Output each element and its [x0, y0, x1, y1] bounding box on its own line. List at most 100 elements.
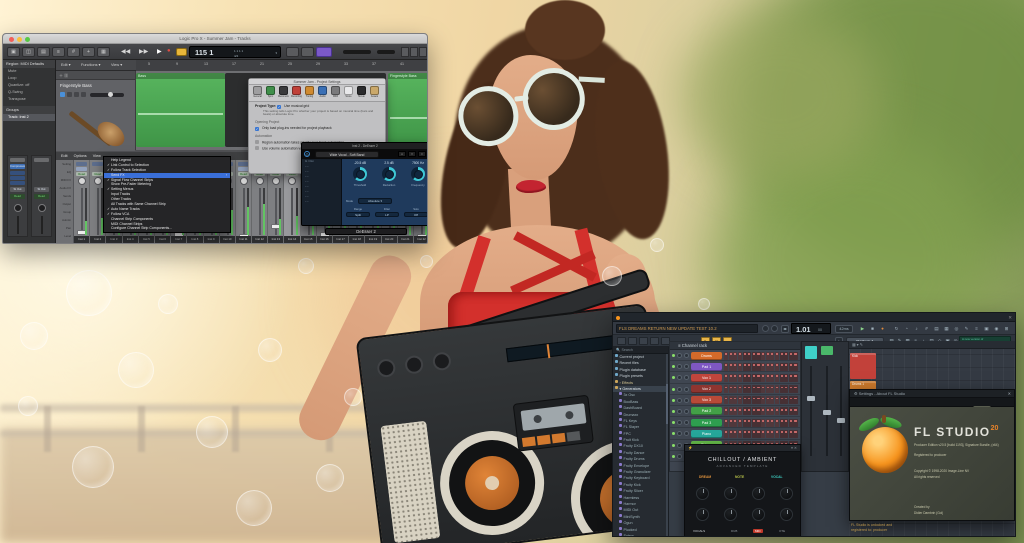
- send-slot[interactable]: [10, 181, 25, 185]
- fader-cap[interactable]: [823, 410, 831, 415]
- settings-tab-assets[interactable]: Assets: [369, 86, 380, 98]
- step-cell[interactable]: [765, 351, 770, 360]
- preset-selector[interactable]: Wide Vocal - Soft Band: [315, 150, 379, 158]
- channel-pan-knob[interactable]: [677, 408, 682, 414]
- channel-rack-button[interactable]: [639, 337, 648, 345]
- toolbar-button[interactable]: ▦: [97, 47, 110, 57]
- mute-button[interactable]: [60, 92, 65, 97]
- main-volume-knob[interactable]: [762, 325, 769, 332]
- channel-row[interactable]: Vox 3: [670, 395, 800, 406]
- step-cell[interactable]: [779, 351, 784, 360]
- fader-cap[interactable]: [93, 243, 103, 244]
- step-cell[interactable]: [779, 429, 784, 438]
- step-cell[interactable]: [751, 362, 756, 371]
- insert-chip[interactable]: [92, 162, 104, 166]
- channel-pan-knob[interactable]: [677, 364, 682, 370]
- settings-tab-recording[interactable]: Recording: [291, 86, 302, 98]
- forward-icon[interactable]: ▶▶: [139, 48, 148, 55]
- step-cell[interactable]: [747, 351, 752, 360]
- logic-pro-window[interactable]: Logic Pro X - Summer Jam - Tracks ▣ ◫ ▤ ≡ # +…: [2, 33, 428, 244]
- step-sequencer[interactable]: [724, 385, 798, 394]
- mixer-button[interactable]: [650, 337, 659, 345]
- step-cell[interactable]: [774, 429, 779, 438]
- plugin-knob[interactable]: [382, 167, 396, 181]
- step-cell[interactable]: [756, 351, 761, 360]
- plugin-knob[interactable]: [353, 167, 367, 181]
- toolbar-button[interactable]: #: [67, 47, 80, 57]
- solo-button[interactable]: [67, 92, 72, 97]
- channel-volume-knob[interactable]: [684, 420, 689, 426]
- step-cell[interactable]: [756, 362, 761, 371]
- settings-tab-tuning[interactable]: Tuning: [304, 86, 315, 98]
- send-slot[interactable]: [10, 176, 25, 180]
- step-cell[interactable]: [742, 418, 747, 427]
- step-cell[interactable]: [728, 373, 733, 382]
- toolbar-button[interactable]: ▣: [7, 47, 20, 57]
- channel-row[interactable]: Pad 2: [670, 406, 800, 418]
- step-cell[interactable]: [747, 373, 752, 382]
- channel-button[interactable]: Vox 1: [691, 373, 722, 382]
- step-cell[interactable]: [774, 373, 779, 382]
- channel-row[interactable]: Pad 3: [670, 417, 800, 429]
- channel-volume-knob[interactable]: [684, 353, 689, 358]
- channel-volume-knob[interactable]: [684, 397, 689, 403]
- step-cell[interactable]: [761, 362, 766, 371]
- record-icon[interactable]: ●: [167, 48, 171, 54]
- insert-slot[interactable]: Compressor: [10, 164, 25, 169]
- record-enable-button[interactable]: [74, 92, 79, 97]
- channel-row[interactable]: Pad 1: [670, 361, 800, 373]
- fader-track[interactable]: [259, 188, 262, 235]
- channel-button[interactable]: Pad 1: [691, 362, 722, 371]
- step-cell[interactable]: [784, 429, 789, 438]
- chillout-plugin-window[interactable]: ⚡ ▾ ✕ CHILLOUT / AMBIENT ADVANCED TEMPLA…: [684, 444, 801, 536]
- channel-pan-knob[interactable]: [677, 353, 682, 358]
- volume-fader[interactable]: [41, 216, 43, 234]
- about-title-bar[interactable]: ⚙ Settings - About FL Studio ✕: [850, 390, 1014, 398]
- step-cell[interactable]: [774, 396, 779, 405]
- step-cell[interactable]: [774, 362, 779, 371]
- step-cell[interactable]: [770, 362, 775, 371]
- channel-enable-led[interactable]: [672, 432, 675, 436]
- step-cell[interactable]: [728, 407, 733, 416]
- step-cell[interactable]: [779, 396, 784, 405]
- track-tile[interactable]: Fingerstyle Bass: [56, 80, 135, 152]
- audio-region[interactable]: Bass: [136, 73, 225, 147]
- step-cell[interactable]: [747, 396, 752, 405]
- master-volume-slider[interactable]: [343, 50, 371, 54]
- fl-studio-window[interactable]: FL Studio Edit Help ✕ FLS DREAMS RETURN …: [612, 312, 1016, 537]
- track-inspector-header[interactable]: Track: Inst 2: [3, 114, 55, 121]
- automation-mode[interactable]: Read: [34, 194, 49, 199]
- channel-enable-led[interactable]: [672, 376, 675, 380]
- region-parameter[interactable]: Mute: [3, 68, 55, 75]
- step-cell[interactable]: [774, 351, 779, 360]
- settings-tab-audio[interactable]: Audio: [317, 86, 328, 98]
- step-cell[interactable]: [751, 351, 756, 360]
- toolbar-button[interactable]: ▤: [37, 47, 50, 57]
- macro-knob[interactable]: [752, 508, 765, 521]
- step-cell[interactable]: [761, 385, 766, 394]
- macro-knob[interactable]: [696, 487, 709, 500]
- step-cell[interactable]: [779, 362, 784, 371]
- step-cell[interactable]: [747, 385, 752, 394]
- fader-track[interactable]: [242, 188, 245, 235]
- step-cell[interactable]: [733, 385, 738, 394]
- rewind-icon[interactable]: ◀◀: [121, 48, 130, 55]
- channel-volume-knob[interactable]: [684, 431, 689, 437]
- pan-knob[interactable]: [256, 177, 265, 185]
- browser-button[interactable]: [419, 47, 427, 57]
- browser-search[interactable]: 🔍 Search: [613, 347, 668, 354]
- channel-volume-knob[interactable]: [684, 364, 689, 370]
- step-cell[interactable]: [733, 418, 738, 427]
- insert-chip[interactable]: [76, 162, 88, 166]
- step-cell[interactable]: [761, 418, 766, 427]
- macro-knob[interactable]: [696, 508, 709, 521]
- channel-button[interactable]: Vox 2: [691, 385, 722, 394]
- step-sequencer[interactable]: [724, 418, 798, 427]
- channel-rack-header[interactable]: ≡ Channel rack: [670, 342, 800, 350]
- step-cell[interactable]: [747, 407, 752, 416]
- step-cell[interactable]: [756, 385, 761, 394]
- about-fl-studio-window[interactable]: ⚙ Settings - About FL Studio ✕ MIDIAudio…: [849, 389, 1015, 521]
- step-cell[interactable]: [733, 362, 738, 371]
- step-cell[interactable]: [733, 429, 738, 438]
- step-cell[interactable]: [784, 396, 789, 405]
